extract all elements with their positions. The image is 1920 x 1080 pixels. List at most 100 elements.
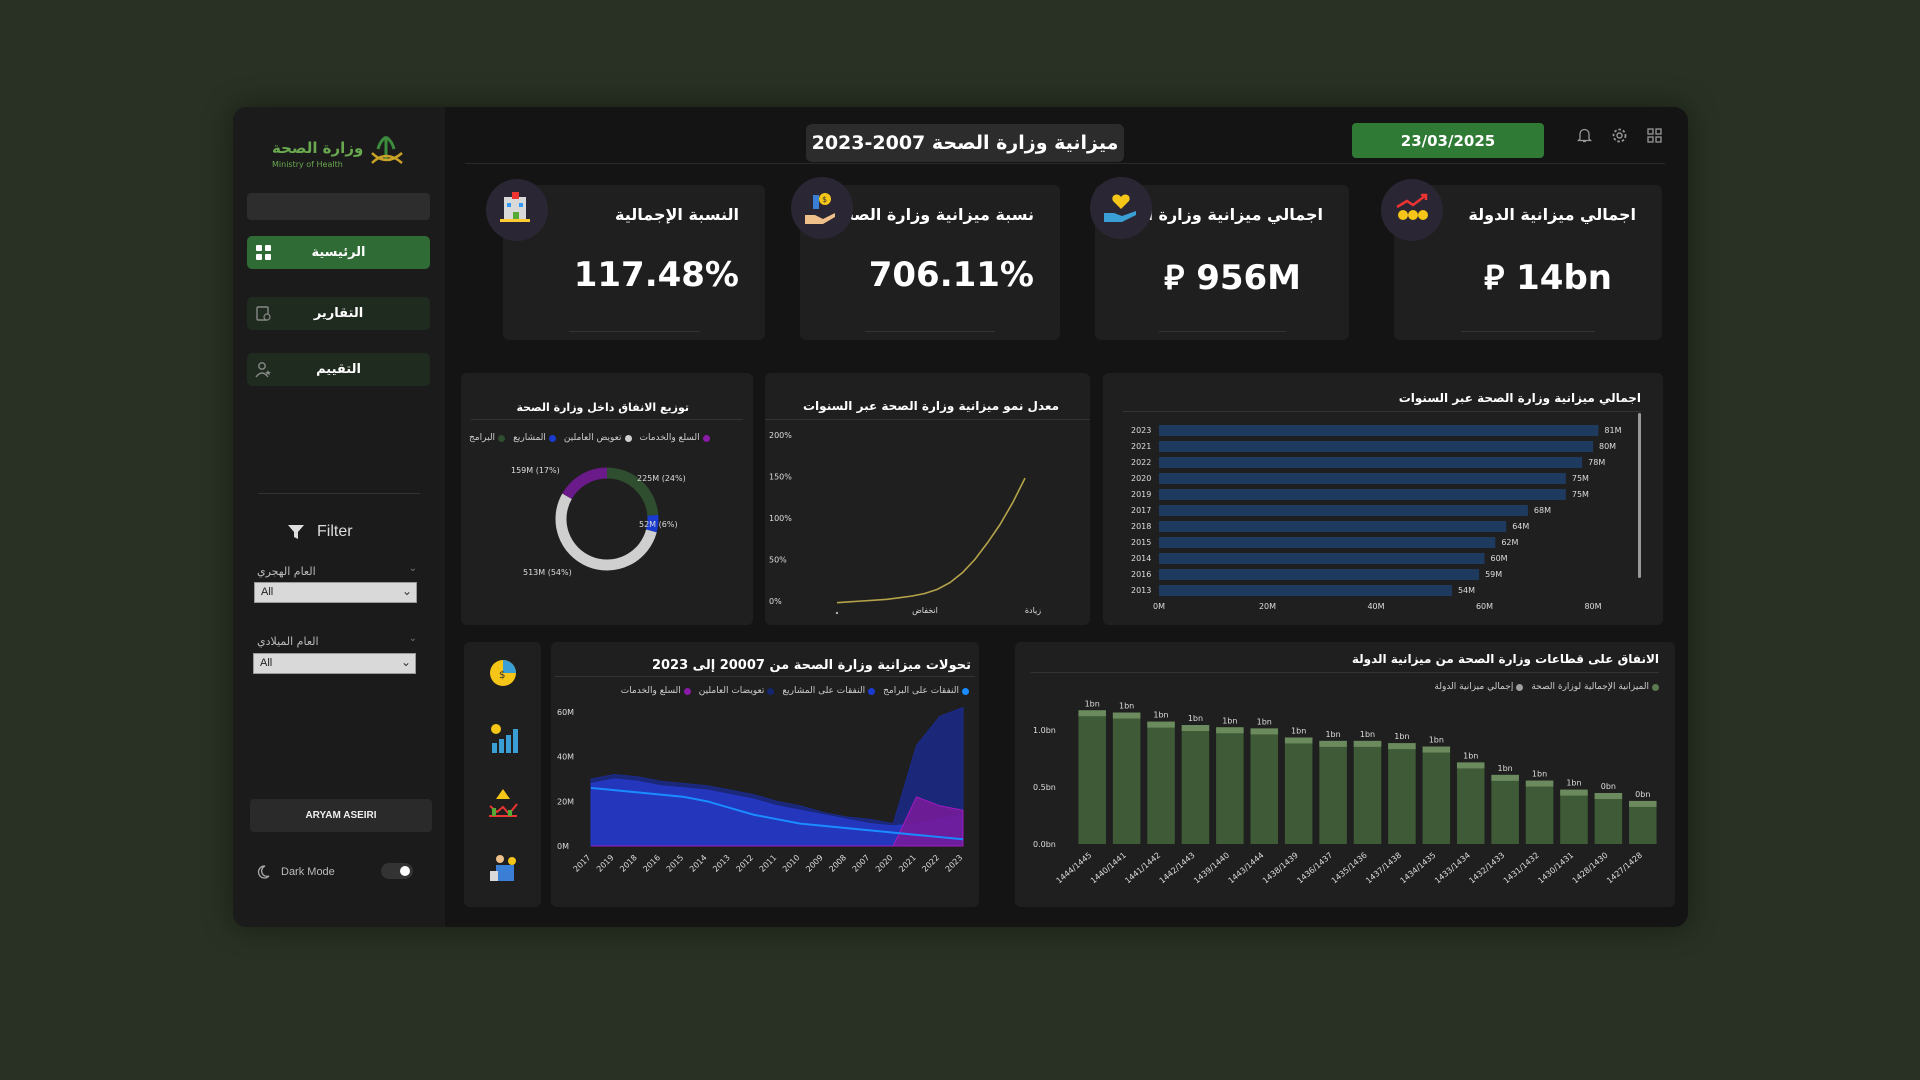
gregorian-year-select[interactable]: All ⌄ bbox=[253, 653, 416, 674]
bar-top bbox=[1112, 712, 1141, 719]
x-tick-label: 1434/1435 bbox=[1399, 851, 1438, 886]
dark-mode-row: Dark Mode bbox=[255, 864, 335, 880]
bar-chart-icon[interactable] bbox=[486, 721, 520, 755]
growth-coins-icon bbox=[1381, 179, 1443, 241]
pie-chart-icon[interactable]: $ bbox=[486, 656, 520, 690]
x-tick-label: انخفاض bbox=[912, 606, 938, 615]
kpi-underline bbox=[568, 331, 700, 332]
dark-mode-toggle[interactable] bbox=[381, 863, 413, 879]
x-tick-label: 2014 bbox=[688, 853, 709, 874]
hijri-year-select[interactable]: All ⌄ bbox=[254, 582, 417, 603]
bar-top bbox=[1181, 725, 1210, 731]
bar-top bbox=[1319, 740, 1347, 747]
page-title: ميزانية وزارة الصحة 2007-2023 bbox=[806, 124, 1124, 162]
kpi-value: 117.48% bbox=[573, 255, 739, 295]
bell-icon[interactable] bbox=[1576, 127, 1593, 144]
bar bbox=[1388, 743, 1416, 844]
legend-item: النفقات على البرامج bbox=[883, 686, 969, 696]
chart-title: الانفاق على قطاعات وزارة الصحة من ميزاني… bbox=[1351, 652, 1659, 666]
y-tick-label: 1.0bn bbox=[1033, 726, 1056, 735]
x-tick-label: 1437/1438 bbox=[1364, 851, 1403, 886]
bar-label: 0bn bbox=[1635, 790, 1650, 799]
x-tick-label: 1433/1434 bbox=[1433, 851, 1472, 886]
chart-title: اجمالي ميزانية وزارة الصحة عبر السنوات bbox=[1398, 391, 1641, 405]
nav-home[interactable]: الرئيسية bbox=[247, 236, 430, 269]
hand-coins-icon: $ bbox=[791, 177, 853, 239]
y-tick-label: 2019 bbox=[1131, 490, 1151, 499]
donut-slice bbox=[562, 467, 608, 500]
x-tick-label: 2012 bbox=[734, 853, 755, 874]
bar-top bbox=[1629, 800, 1657, 807]
chevron-down-icon[interactable]: ⌄ bbox=[409, 563, 417, 574]
card-divider bbox=[471, 419, 743, 420]
bar-label: 1bn bbox=[1085, 699, 1100, 708]
grid-icon bbox=[256, 245, 271, 260]
y-tick-label: 2022 bbox=[1131, 458, 1151, 467]
y-tick-label: 2018 bbox=[1131, 522, 1151, 531]
user-name-button[interactable]: ARYAM ASEIRI bbox=[250, 799, 432, 832]
bar bbox=[1078, 710, 1106, 844]
bar bbox=[1594, 793, 1623, 844]
nav-home-label: الرئيسية bbox=[311, 245, 366, 260]
chevron-down-icon[interactable]: ⌄ bbox=[409, 633, 417, 644]
y-tick-label: 60M bbox=[557, 708, 574, 717]
svg-text:$: $ bbox=[822, 195, 827, 204]
donut-chart: 225M (24%) 52M (6%) 513M (54%) 159M (17%) bbox=[511, 466, 686, 577]
bar-label: 80M bbox=[1599, 442, 1616, 451]
bar-top bbox=[1594, 793, 1623, 799]
legend-item: السلع والخدمات bbox=[621, 686, 691, 696]
nav-reports[interactable]: التقارير bbox=[247, 297, 430, 330]
y-tick-label: 0M bbox=[557, 842, 569, 851]
gear-icon[interactable] bbox=[1611, 127, 1628, 144]
area-legend: النفقات على البرامج النفقات على المشاريع… bbox=[621, 686, 969, 696]
bar-top bbox=[1422, 746, 1451, 753]
bar-label: 54M bbox=[1458, 586, 1475, 595]
x-tick-label: 1443/1444 bbox=[1227, 851, 1266, 886]
y-tick-label: 200% bbox=[769, 431, 792, 440]
legend-item: تعويض العاملين bbox=[564, 433, 632, 443]
y-tick-label: 2021 bbox=[1131, 442, 1151, 451]
x-tick-label: 1435/1436 bbox=[1330, 851, 1369, 886]
bar-label: 62M bbox=[1501, 538, 1518, 547]
x-tick-label: 2020 bbox=[874, 853, 895, 874]
bar bbox=[1422, 746, 1451, 844]
moon-icon bbox=[257, 865, 270, 879]
bar-top bbox=[1353, 740, 1382, 747]
svg-text:Ministry of Health: Ministry of Health bbox=[272, 160, 343, 169]
x-tick-label: 2008 bbox=[827, 853, 848, 874]
bar-label: 75M bbox=[1572, 474, 1589, 483]
user-rating-icon bbox=[255, 362, 271, 378]
bar-label: 60M bbox=[1491, 554, 1508, 563]
budget-evolution-card: تحولات ميزانية وزارة الصحة من 20007 إلى … bbox=[551, 642, 979, 907]
search-box[interactable] bbox=[247, 193, 430, 220]
trend-chart-icon[interactable] bbox=[486, 786, 520, 820]
legend-item: تعويضات العاملين bbox=[699, 686, 775, 696]
bar-top bbox=[1216, 727, 1244, 734]
dashboard-window: وزارة الصحة Ministry of Health الرئيسية … bbox=[233, 107, 1688, 927]
x-tick-label: زيادة bbox=[1025, 606, 1041, 615]
card-divider bbox=[765, 419, 1090, 420]
legend-item: الميزانية الإجمالية لوزارة الصحة bbox=[1531, 682, 1659, 692]
bar bbox=[1159, 569, 1480, 580]
bar-label: 1bn bbox=[1222, 716, 1237, 725]
bar-label: 1bn bbox=[1463, 751, 1478, 760]
hospital-icon bbox=[486, 179, 548, 241]
ministry-logo: وزارة الصحة Ministry of Health bbox=[268, 129, 418, 175]
y-tick-label: 0.5bn bbox=[1033, 783, 1056, 792]
bar bbox=[1159, 553, 1485, 564]
donut-legend: السلع والخدمات تعويض العاملين المشاريع ا… bbox=[469, 433, 710, 443]
bar-label: 1bn bbox=[1153, 711, 1168, 720]
apps-icon[interactable] bbox=[1646, 127, 1663, 144]
x-tick-label: 2013 bbox=[711, 853, 732, 874]
x-tick-label: 1427/1428 bbox=[1605, 851, 1644, 886]
x-tick-label: 2019 bbox=[595, 853, 616, 874]
x-tick-label: 60M bbox=[1476, 602, 1493, 611]
dropdown-arrow-icon: ⌄ bbox=[400, 655, 411, 669]
bar-label: 1bn bbox=[1532, 770, 1547, 779]
bar bbox=[1216, 727, 1244, 844]
nav-evaluation[interactable]: التقييم bbox=[247, 353, 430, 386]
kpi-underline bbox=[865, 331, 995, 332]
nav-reports-label: التقارير bbox=[313, 306, 364, 321]
budget-person-icon[interactable] bbox=[486, 851, 520, 885]
bar bbox=[1181, 725, 1210, 844]
